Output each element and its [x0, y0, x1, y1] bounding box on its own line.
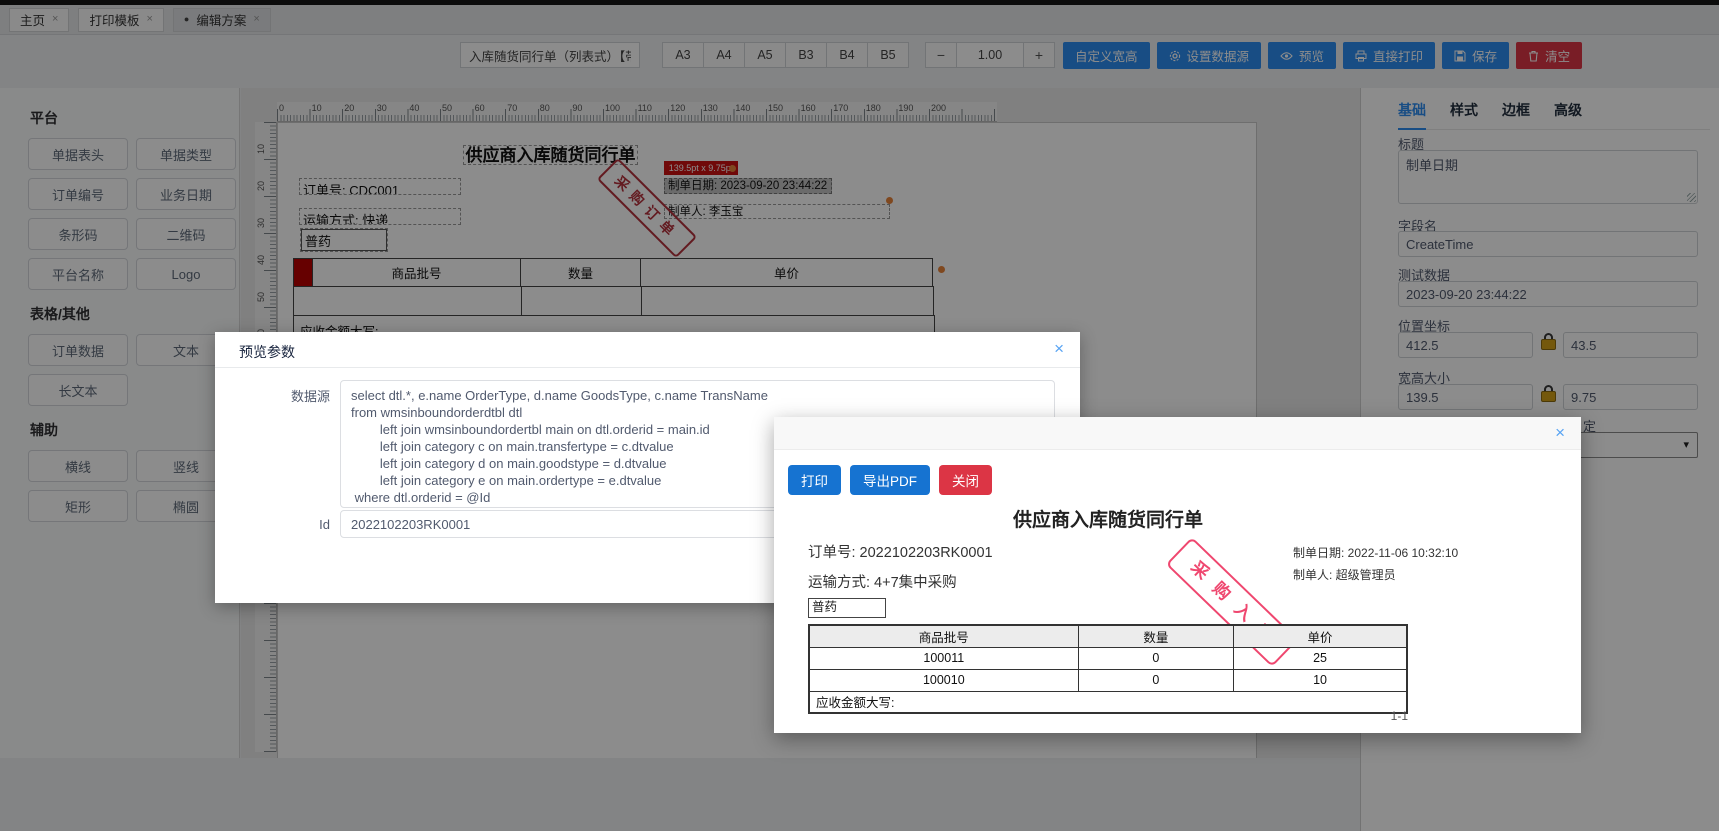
doc-table-row: 100011 0 25 — [808, 646, 1408, 670]
doc-table-cell: 25 — [1233, 646, 1408, 670]
doc-table: 商品批号 数量 单价 100011 0 25 100010 0 10 应收金额大… — [808, 624, 1408, 714]
close-button[interactable]: 关闭 — [939, 465, 992, 495]
doc-table-header-row: 商品批号 数量 单价 — [808, 624, 1408, 648]
doc-table-cell: 0 — [1077, 668, 1235, 692]
id-label: Id — [319, 517, 330, 532]
export-pdf-button[interactable]: 导出PDF — [850, 465, 930, 495]
doc-order-no: 订单号: 2022102203RK0001 — [808, 545, 993, 561]
close-icon[interactable]: × — [1555, 424, 1565, 441]
datasource-label: 数据源 — [290, 389, 330, 404]
doc-title: 供应商入库随货同行单 — [1012, 510, 1203, 531]
doc-creator: 制单人: 超级管理员 — [1293, 568, 1396, 582]
doc-table-cell: 0 — [1077, 646, 1235, 670]
doc-table-footer-row: 应收金额大写: — [808, 690, 1408, 714]
doc-create-date: 制单日期: 2022-11-06 10:32:10 — [1293, 546, 1459, 560]
doc-table-header: 单价 — [1233, 624, 1408, 648]
dialog-header: 预览参数 × — [215, 332, 1080, 368]
doc-table-header: 商品批号 — [808, 624, 1079, 648]
dialog-title: 预览参数 — [239, 344, 295, 360]
print-preview-dialog: × 打印 导出PDF 关闭 供应商入库随货同行单 订单号: 2022102203… — [774, 417, 1581, 733]
doc-table-cell: 10 — [1233, 668, 1408, 692]
doc-table-header: 数量 — [1077, 624, 1235, 648]
doc-transport: 运输方式: 4+7集中采购 — [808, 575, 957, 591]
doc-table-cell: 100010 — [808, 668, 1079, 692]
close-icon[interactable]: × — [1054, 340, 1064, 357]
preview-actions: 打印 导出PDF 关闭 — [788, 465, 992, 495]
dialog-header: × — [774, 417, 1581, 450]
doc-amount-cell: 应收金额大写: — [808, 690, 1408, 714]
page-number: 1-1 — [1390, 709, 1408, 723]
doc-goods-type: 普药 — [808, 598, 886, 618]
preview-document: 供应商入库随货同行单 订单号: 2022102203RK0001 制单日期: 2… — [774, 497, 1581, 733]
print-button[interactable]: 打印 — [788, 465, 841, 495]
doc-table-row: 100010 0 10 — [808, 668, 1408, 692]
doc-table-cell: 100011 — [808, 646, 1079, 670]
